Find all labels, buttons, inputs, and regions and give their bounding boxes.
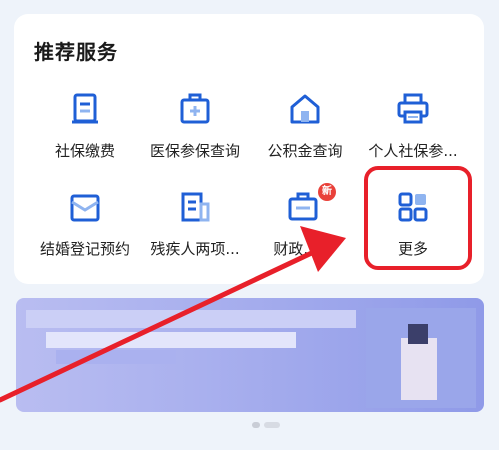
service-label: 更多: [397, 240, 428, 258]
briefcase-icon: [288, 192, 318, 221]
payment-doc-icon: [72, 93, 98, 124]
service-disability-subsidy[interactable]: 残疾人两项...: [140, 190, 250, 270]
service-label: 社保缴费: [54, 142, 115, 160]
banner-pixel-block: [56, 350, 176, 364]
grid-more-icon: [398, 192, 428, 222]
document-icon: [181, 192, 210, 222]
new-badge: 新: [318, 183, 336, 201]
service-marriage-registration[interactable]: 结婚登记预约: [30, 190, 140, 270]
service-social-security-payment[interactable]: 社保缴费: [30, 92, 140, 172]
medical-case-icon: [180, 93, 210, 124]
service-label: 个人社保参...: [368, 142, 458, 160]
banner-pixel-block: [26, 310, 356, 328]
banner-pixel-block: [46, 332, 296, 348]
carousel-indicator: [252, 422, 282, 430]
service-more[interactable]: 更多: [358, 190, 468, 270]
envelope-icon: [70, 194, 100, 222]
service-label: 公积金查询: [267, 142, 343, 160]
carousel-dot-active: [264, 422, 280, 428]
carousel-dot: [252, 422, 260, 428]
service-label: 残疾人两项...: [150, 240, 240, 258]
service-housing-fund-query[interactable]: 公积金查询: [250, 92, 360, 172]
service-label: 结婚登记预约: [39, 240, 130, 258]
promo-banner[interactable]: [16, 298, 484, 412]
service-medical-insurance-query[interactable]: 医保参保查询: [140, 92, 250, 172]
printer-icon: [397, 93, 429, 124]
service-label: 财政...据: [273, 240, 333, 258]
section-title: 推荐服务: [34, 40, 118, 64]
service-label: 医保参保查询: [149, 142, 240, 160]
service-finance-receipt[interactable]: 财政...据: [248, 190, 358, 270]
house-icon: [290, 94, 320, 124]
banner-person-image: [401, 338, 437, 400]
service-personal-social-security[interactable]: 个人社保参...: [358, 92, 468, 172]
banner-pixel-block: [408, 324, 428, 344]
